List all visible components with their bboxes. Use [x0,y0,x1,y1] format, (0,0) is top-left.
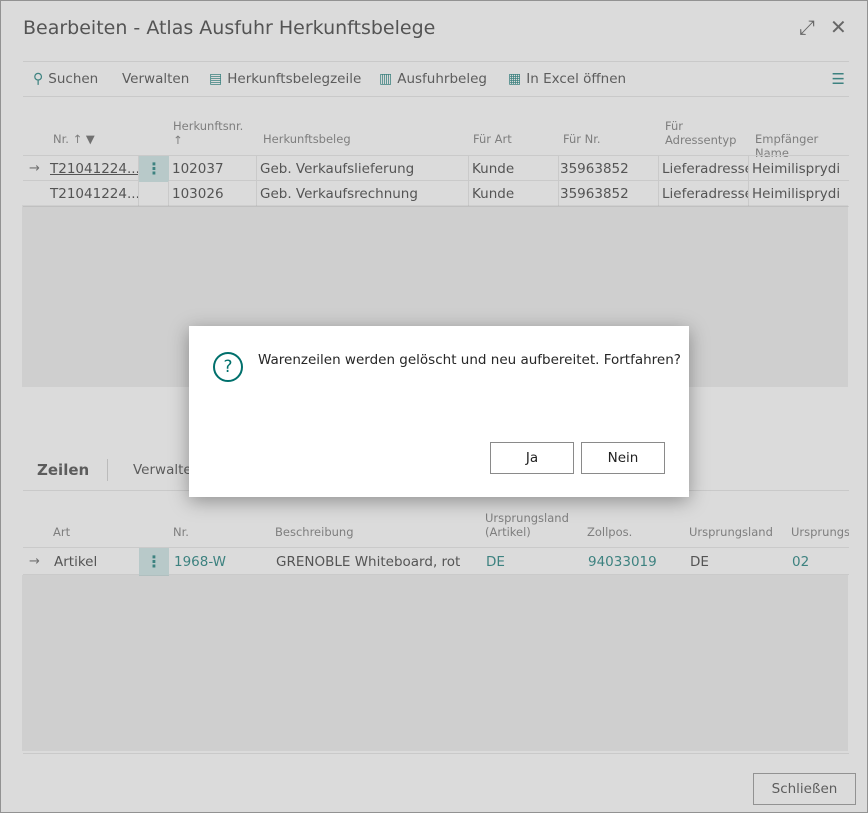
yes-button[interactable]: Ja [490,442,574,474]
list-shade [22,575,848,751]
no-button[interactable]: Nein [581,442,665,474]
confirm-dialog: ? Warenzeilen werden gelöscht und neu au… [189,326,689,497]
dialog-message: Warenzeilen werden gelöscht und neu aufb… [258,352,681,368]
question-icon: ? [213,352,243,382]
